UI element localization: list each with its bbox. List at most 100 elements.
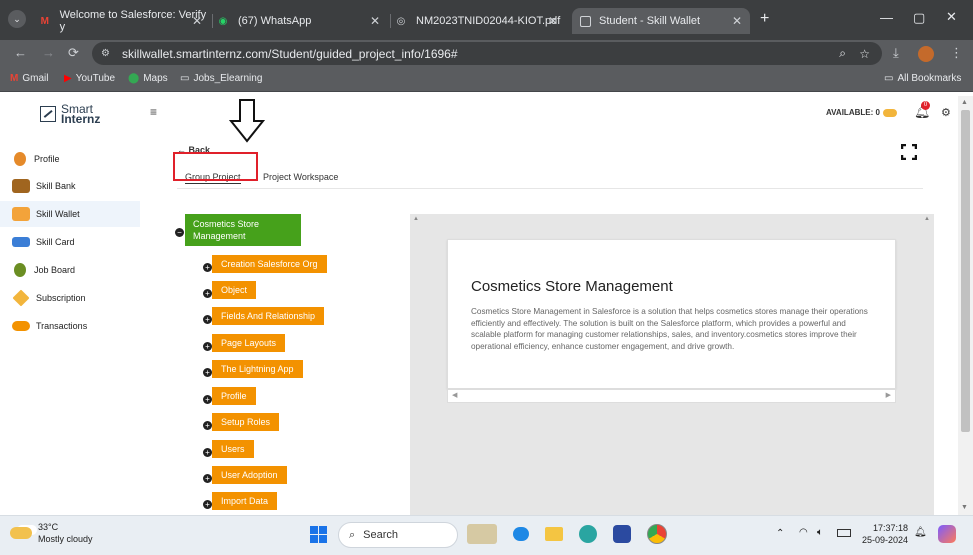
tree-node[interactable]: The Lightning App <box>212 360 303 378</box>
tab-pdf[interactable]: ◎ NM2023TNID02044-KIOT.pdf ✕ <box>394 8 566 34</box>
tab-salesforce[interactable]: M Welcome to Salesforce: Verify y ✕ <box>38 8 210 34</box>
job-icon <box>14 263 26 277</box>
tab-skill-wallet[interactable]: Student - Skill Wallet ✕ <box>572 8 750 34</box>
taskbar-search[interactable]: ⌕ Search <box>338 522 458 548</box>
file-explorer-icon[interactable] <box>545 527 563 541</box>
wifi-icon[interactable]: ◠ <box>799 527 808 538</box>
copilot-tray-icon[interactable] <box>938 525 956 543</box>
tree-node[interactable]: Profile <box>212 387 256 405</box>
copilot-icon[interactable] <box>513 527 529 541</box>
close-window-icon[interactable]: ✕ <box>946 9 957 25</box>
sidebar-item-skill-wallet[interactable]: Skill Wallet <box>0 201 140 227</box>
clock[interactable]: 17:37:18 25-09-2024 <box>862 522 908 546</box>
tree-node[interactable]: Page Layouts <box>212 334 286 352</box>
notification-icon[interactable]: 🔔︎ <box>914 527 927 538</box>
scrollbar-thumb[interactable] <box>961 110 970 432</box>
tab-whatsapp[interactable]: ◉ (67) WhatsApp ✕ <box>216 8 388 34</box>
logo-icon <box>40 106 56 122</box>
hamburger-icon[interactable]: ≡ <box>150 105 157 119</box>
bookmark-maps[interactable]: ⬤ Maps <box>128 73 168 84</box>
notification-bell-icon[interactable]: 🔔︎ 0 <box>914 101 931 120</box>
close-tab-icon[interactable]: ✕ <box>548 14 558 28</box>
tree-root-node[interactable]: Cosmetics Store Management <box>185 214 301 246</box>
tree-root-toggle[interactable]: − <box>175 228 184 237</box>
tab-project-workspace[interactable]: Project Workspace <box>263 172 338 182</box>
bookmark-label: Jobs_Elearning <box>193 73 263 84</box>
sidebar-item-transactions[interactable]: Transactions <box>0 313 140 339</box>
app-header: Smart Internz ≡ AVAILABLE: 0 🔔︎ 0 ⚙ <box>0 96 958 130</box>
zoom-icon[interactable]: ⌕ <box>839 46 846 61</box>
tree-node-toggle[interactable]: + <box>203 263 212 272</box>
sidebar-item-skill-card[interactable]: Skill Card <box>0 229 140 255</box>
page-scrollbar[interactable]: ▲ ▼ <box>958 96 973 515</box>
tree-node[interactable]: Setup Roles <box>212 413 280 431</box>
close-tab-icon[interactable]: ✕ <box>192 14 202 28</box>
close-tab-icon[interactable]: ✕ <box>732 14 742 28</box>
bookmark-label: Maps <box>143 73 168 84</box>
tree-node-toggle[interactable]: + <box>203 500 212 509</box>
sidebar-item-subscription[interactable]: Subscription <box>0 285 140 311</box>
panel-scroll-up-icon-right[interactable]: ▲ <box>924 216 930 222</box>
tree-node[interactable]: Creation Salesforce Org <box>212 255 327 273</box>
tab-label: Welcome to Salesforce: Verify y <box>59 9 207 33</box>
battery-icon[interactable] <box>837 529 851 537</box>
url-text: skillwallet.smartinternz.com/Student/gui… <box>122 46 458 61</box>
menu-kebab-icon[interactable]: ⋮ <box>950 45 963 61</box>
settings-gear-icon[interactable]: ⚙ <box>941 106 951 119</box>
tab-search-icon[interactable]: ⌄ <box>8 10 26 28</box>
tree-node-toggle[interactable]: + <box>203 342 212 351</box>
forward-icon[interactable]: → <box>42 45 55 60</box>
notification-badge: 0 <box>921 101 930 110</box>
chrome-icon[interactable] <box>647 524 667 544</box>
scroll-right-icon[interactable]: ▶ <box>886 391 891 399</box>
back-icon[interactable]: ← <box>14 45 27 60</box>
volume-icon[interactable]: 🔈︎ <box>817 527 823 538</box>
sidebar-item-skill-bank[interactable]: Skill Bank <box>0 173 140 199</box>
sidebar-item-job-board[interactable]: Job Board <box>0 257 140 283</box>
logo-text-internz: Internz <box>61 112 101 126</box>
tree-node-toggle[interactable]: + <box>203 289 212 298</box>
panel-scroll-up-icon[interactable]: ▲ <box>413 216 419 222</box>
card-hscrollbar[interactable]: ◀ ▶ <box>447 389 896 403</box>
smartinternz-logo[interactable]: Smart Internz <box>40 103 101 126</box>
restore-icon[interactable]: ▢ <box>913 10 925 26</box>
download-icon[interactable]: ⤓ <box>893 45 899 61</box>
new-tab-icon[interactable]: + <box>760 10 769 28</box>
tree-node-toggle[interactable]: + <box>203 421 212 430</box>
youtube-icon: ▶ <box>64 73 72 84</box>
url-bar[interactable]: ⚙ skillwallet.smartinternz.com/Student/g… <box>92 42 882 65</box>
weather-widget[interactable]: 33°C Mostly cloudy <box>10 521 93 545</box>
people-widget-icon[interactable] <box>467 524 497 544</box>
tree-node-toggle[interactable]: + <box>203 474 212 483</box>
tree-node[interactable]: Users <box>212 440 254 458</box>
bookmark-youtube[interactable]: ▶ YouTube <box>64 73 115 84</box>
bookmark-gmail[interactable]: M Gmail <box>10 73 48 84</box>
briefcase-icon <box>12 179 30 193</box>
gmail-icon: M <box>10 73 19 84</box>
bookmark-star-icon[interactable]: ☆ <box>859 47 870 61</box>
tree-node[interactable]: User Adoption <box>212 466 287 484</box>
coins-icon <box>12 321 30 331</box>
clock-date: 25-09-2024 <box>862 535 909 545</box>
profile-avatar[interactable] <box>918 46 934 62</box>
edge-icon[interactable] <box>579 525 597 543</box>
sidebar-item-profile[interactable]: Profile <box>0 146 140 172</box>
tree-node[interactable]: Fields And Relationship <box>212 307 325 325</box>
tree-node-toggle[interactable]: + <box>203 395 212 404</box>
tree-node[interactable]: Import Data <box>212 492 278 510</box>
scroll-left-icon[interactable]: ◀ <box>452 391 457 399</box>
reload-icon[interactable]: ⟳ <box>68 45 79 61</box>
close-tab-icon[interactable]: ✕ <box>370 14 380 28</box>
windows-start-icon[interactable] <box>310 526 327 543</box>
all-bookmarks[interactable]: ▭ All Bookmarks <box>884 73 961 84</box>
fullscreen-icon[interactable] <box>900 143 918 161</box>
app-icon[interactable] <box>613 525 631 543</box>
site-info-icon[interactable]: ⚙ <box>101 48 110 59</box>
bookmark-jobs[interactable]: ▭ Jobs_Elearning <box>180 73 262 84</box>
tree-node-toggle[interactable]: + <box>203 368 212 377</box>
tray-chevron-icon[interactable]: ⌃ <box>776 528 784 539</box>
minimize-icon[interactable]: — <box>880 10 893 25</box>
tree-node[interactable]: Object <box>212 281 257 299</box>
tree-node-toggle[interactable]: + <box>203 315 212 324</box>
tree-node-toggle[interactable]: + <box>203 448 212 457</box>
